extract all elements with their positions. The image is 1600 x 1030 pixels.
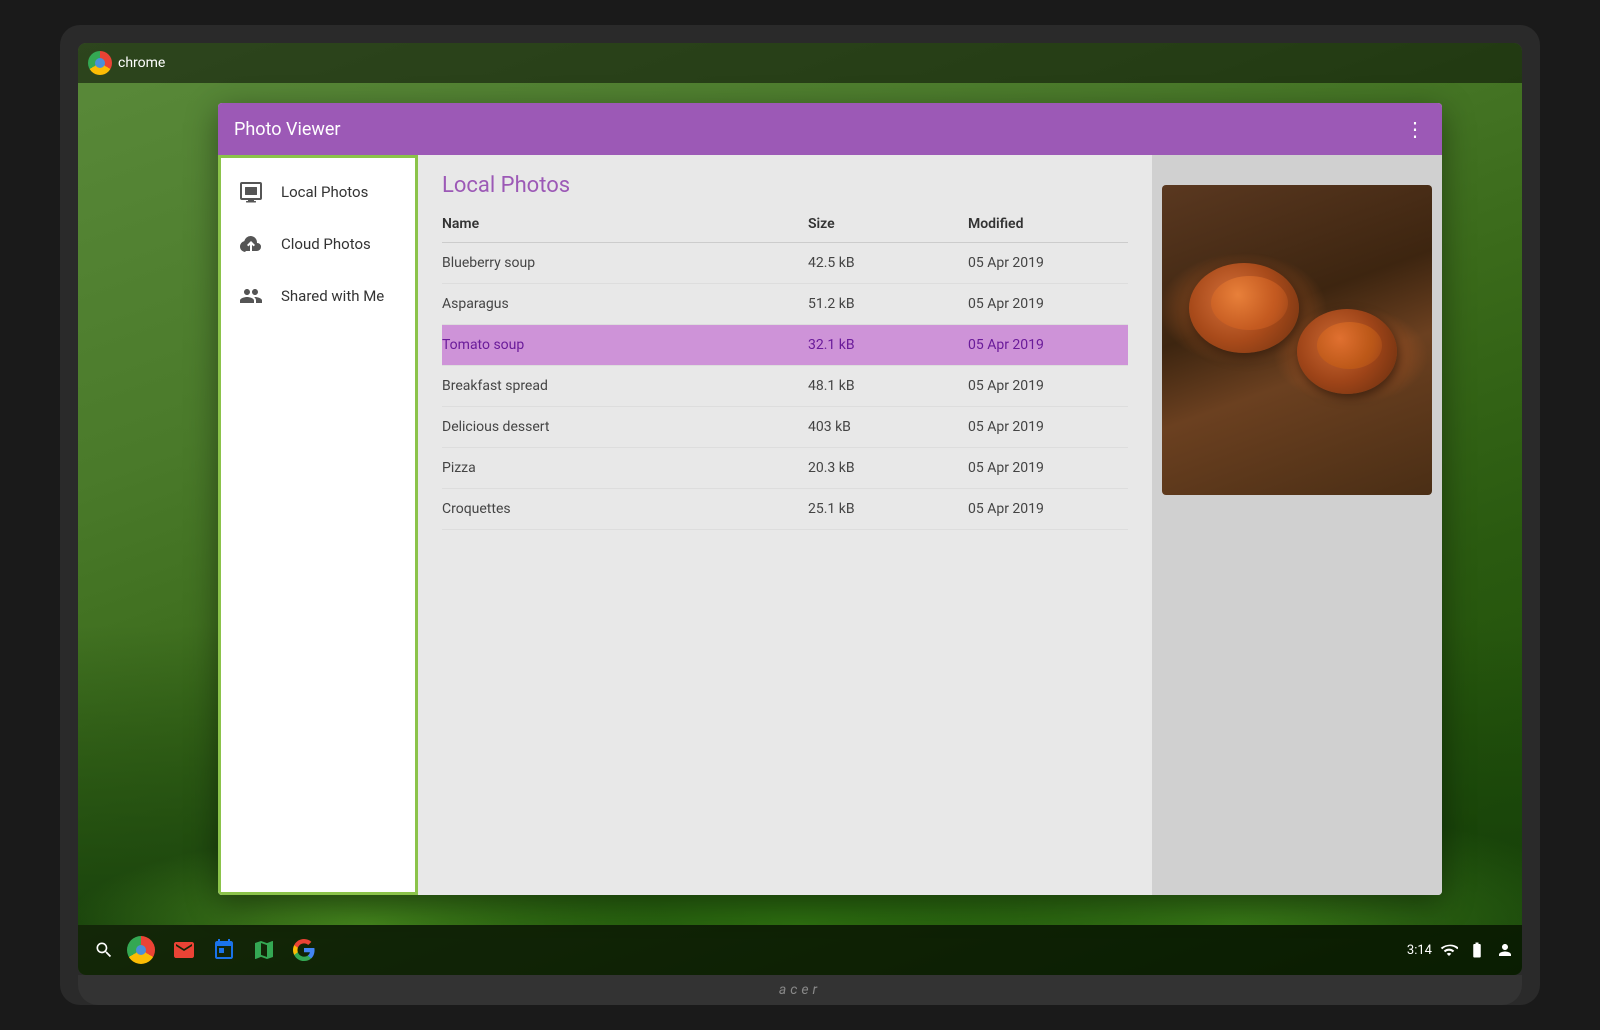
soup-bowl-2 — [1297, 309, 1397, 394]
local-photos-label: Local Photos — [281, 183, 368, 201]
file-name: Breakfast spread — [442, 378, 808, 394]
laptop-screen: chrome Photo Viewer ⋮ — [78, 43, 1522, 975]
taskbar-left — [86, 932, 1407, 968]
brand-name: acer — [779, 982, 821, 998]
col-header-name: Name — [442, 216, 808, 232]
file-name: Croquettes — [442, 501, 808, 517]
file-name: Asparagus — [442, 296, 808, 312]
taskbar-right: 3:14 — [1407, 941, 1514, 959]
file-modified: 05 Apr 2019 — [968, 460, 1128, 476]
app-header: Photo Viewer ⋮ — [218, 103, 1442, 155]
cloud-photos-icon — [237, 230, 265, 258]
wifi-icon — [1440, 941, 1458, 959]
laptop-shell: chrome Photo Viewer ⋮ — [60, 25, 1540, 1005]
content-title: Local Photos — [442, 173, 570, 198]
app-window: Photo Viewer ⋮ — [218, 103, 1442, 895]
file-modified: 05 Apr 2019 — [968, 378, 1128, 394]
file-modified: 05 Apr 2019 — [968, 337, 1128, 353]
file-name: Blueberry soup — [442, 255, 808, 271]
content-header: Local Photos — [418, 155, 1152, 206]
taskbar-gmail-icon[interactable] — [166, 932, 202, 968]
soup-bowl-1 — [1189, 263, 1299, 353]
file-name: Pizza — [442, 460, 808, 476]
preview-panel — [1152, 155, 1442, 895]
file-size: 20.3 kB — [808, 460, 968, 476]
taskbar-google-icon[interactable] — [286, 932, 322, 968]
file-modified: 05 Apr 2019 — [968, 255, 1128, 271]
sidebar: Local Photos Cloud Photos — [218, 155, 418, 895]
chrome-logo-icon — [88, 51, 112, 75]
table-header: Name Size Modified — [442, 206, 1128, 243]
file-modified: 05 Apr 2019 — [968, 296, 1128, 312]
table-row[interactable]: Pizza 20.3 kB 05 Apr 2019 — [442, 448, 1128, 489]
shared-with-me-label: Shared with Me — [281, 287, 384, 305]
laptop-bottom: acer — [78, 975, 1522, 1005]
sidebar-item-cloud-photos[interactable]: Cloud Photos — [221, 218, 415, 270]
battery-icon — [1466, 941, 1488, 959]
top-bar: chrome — [78, 43, 1522, 83]
sidebar-item-local-photos[interactable]: Local Photos — [221, 166, 415, 218]
app-title: Photo Viewer — [234, 119, 1405, 140]
shared-with-me-icon — [237, 282, 265, 310]
taskbar: 3:14 — [78, 925, 1522, 975]
file-size: 25.1 kB — [808, 501, 968, 517]
col-header-modified: Modified — [968, 216, 1128, 232]
taskbar-calendar-icon[interactable] — [206, 932, 242, 968]
file-size: 32.1 kB — [808, 337, 968, 353]
taskbar-chrome-icon[interactable] — [126, 932, 162, 968]
file-size: 403 kB — [808, 419, 968, 435]
file-size: 48.1 kB — [808, 378, 968, 394]
taskbar-maps-icon[interactable] — [246, 932, 282, 968]
table-row[interactable]: Breakfast spread 48.1 kB 05 Apr 2019 — [442, 366, 1128, 407]
more-options-icon[interactable]: ⋮ — [1405, 117, 1426, 141]
file-name: Tomato soup — [442, 337, 808, 353]
file-size: 51.2 kB — [808, 296, 968, 312]
table-row[interactable]: Croquettes 25.1 kB 05 Apr 2019 — [442, 489, 1128, 530]
table-row[interactable]: Blueberry soup 42.5 kB 05 Apr 2019 — [442, 243, 1128, 284]
file-modified: 05 Apr 2019 — [968, 501, 1128, 517]
local-photos-icon — [237, 178, 265, 206]
app-body: Local Photos Cloud Photos — [218, 155, 1442, 895]
preview-image — [1162, 185, 1432, 495]
taskbar-time: 3:14 — [1407, 943, 1432, 958]
file-table: Name Size Modified Blueberry soup 42.5 k… — [418, 206, 1152, 895]
file-name: Delicious dessert — [442, 419, 808, 435]
table-row[interactable]: Delicious dessert 403 kB 05 Apr 2019 — [442, 407, 1128, 448]
col-header-size: Size — [808, 216, 968, 232]
cloud-photos-label: Cloud Photos — [281, 235, 371, 253]
table-row[interactable]: Asparagus 51.2 kB 05 Apr 2019 — [442, 284, 1128, 325]
taskbar-search-button[interactable] — [86, 932, 122, 968]
file-modified: 05 Apr 2019 — [968, 419, 1128, 435]
table-row-selected[interactable]: Tomato soup 32.1 kB 05 Apr 2019 — [442, 325, 1128, 366]
chrome-text: chrome — [118, 55, 165, 71]
user-icon — [1496, 941, 1514, 959]
sidebar-item-shared-with-me[interactable]: Shared with Me — [221, 270, 415, 322]
file-size: 42.5 kB — [808, 255, 968, 271]
main-content: Local Photos Name Size Modified Blueberr… — [418, 155, 1152, 895]
